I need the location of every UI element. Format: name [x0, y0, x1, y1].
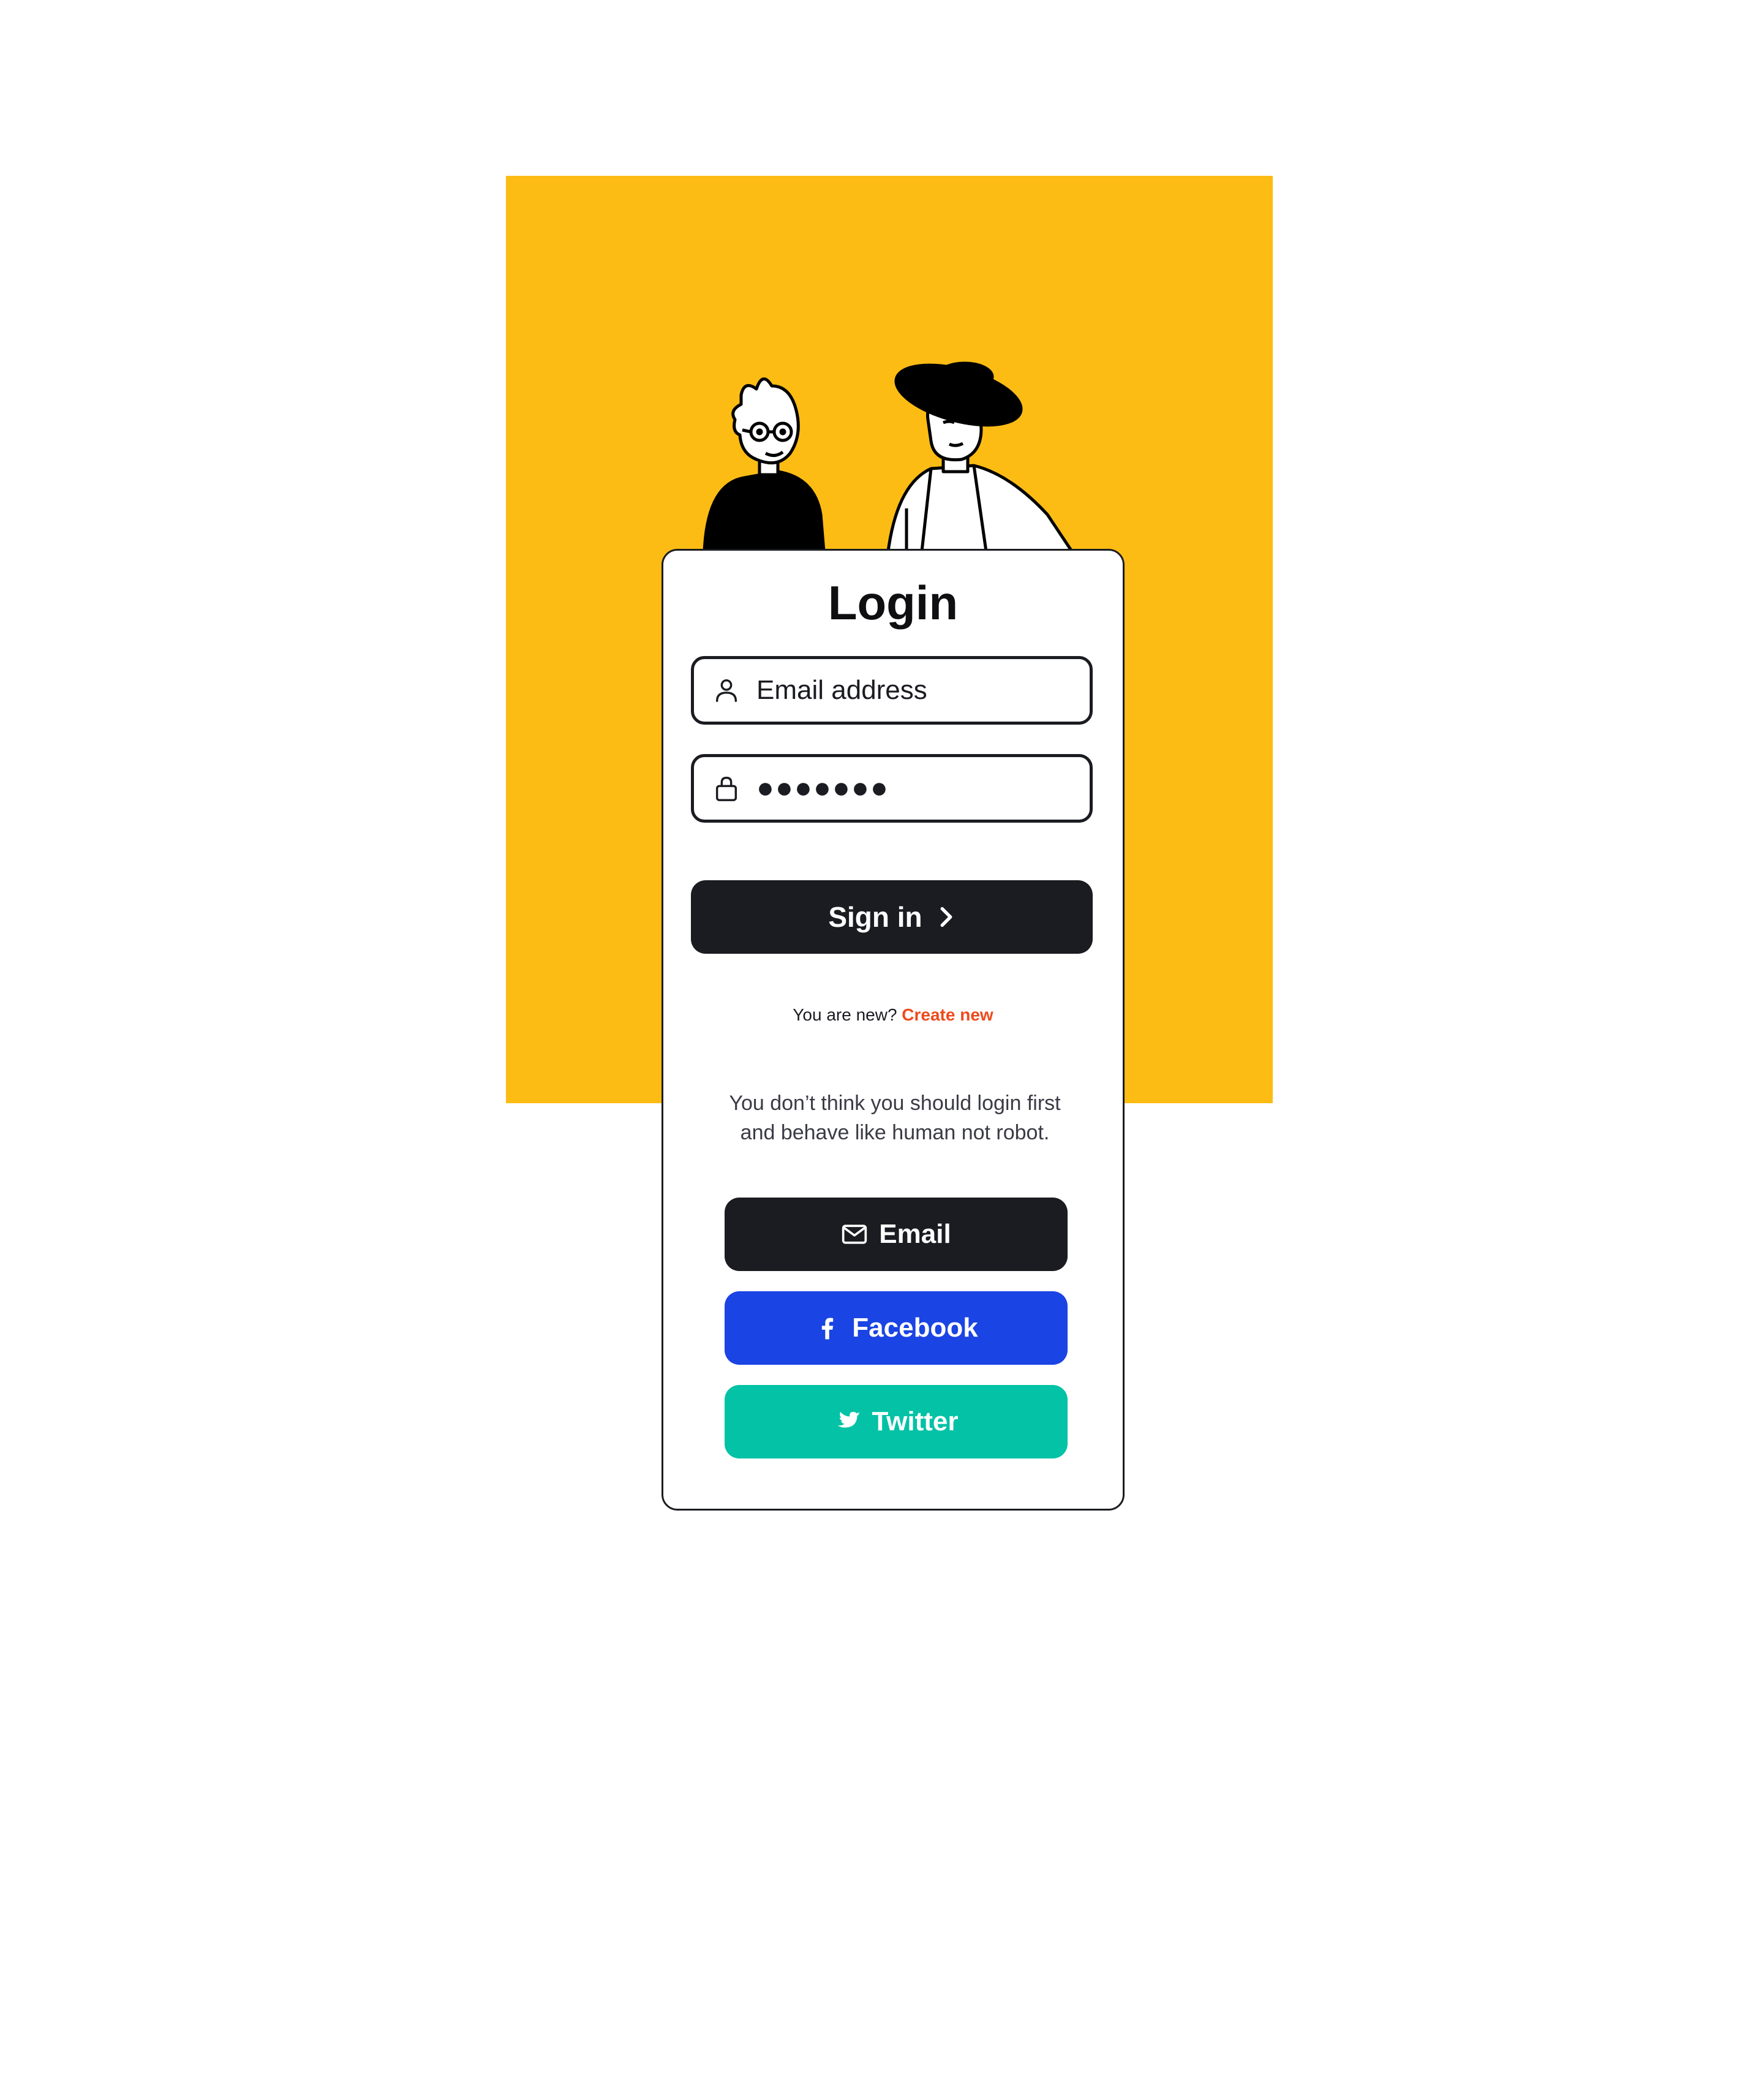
- page-title: Login: [827, 576, 959, 630]
- password-field[interactable]: ●●●●●●●: [691, 754, 1093, 823]
- create-account-link[interactable]: Create new: [902, 1005, 993, 1024]
- social-blurb: You don’t think you should login first a…: [729, 1092, 1061, 1144]
- signup-prompt: You are new? Create new: [663, 1005, 1123, 1025]
- password-value: ●●●●●●●: [756, 772, 889, 804]
- login-card: Login Email address ●●●●●●● Sign in You …: [662, 549, 1125, 1511]
- facebook-icon: [822, 1318, 834, 1340]
- twitter-login-label: Twitter: [872, 1406, 959, 1436]
- signup-prompt-text: You are new?: [793, 1005, 897, 1024]
- twitter-login-button[interactable]: Twitter: [725, 1385, 1068, 1458]
- email-login-label: Email: [879, 1219, 951, 1249]
- signin-button[interactable]: Sign in: [691, 880, 1093, 954]
- lock-icon: [715, 777, 737, 801]
- facebook-login-button[interactable]: Facebook: [725, 1291, 1068, 1365]
- user-icon: [715, 679, 737, 702]
- email-placeholder: Email address: [756, 675, 927, 705]
- characters-illustration: [703, 361, 1074, 551]
- email-login-button[interactable]: Email: [725, 1198, 1068, 1271]
- facebook-login-label: Facebook: [852, 1313, 978, 1343]
- twitter-icon: [837, 1411, 860, 1428]
- chevron-right-icon: [940, 907, 952, 927]
- email-field[interactable]: Email address: [691, 656, 1093, 725]
- signin-label: Sign in: [828, 901, 922, 933]
- mail-icon: [842, 1224, 867, 1244]
